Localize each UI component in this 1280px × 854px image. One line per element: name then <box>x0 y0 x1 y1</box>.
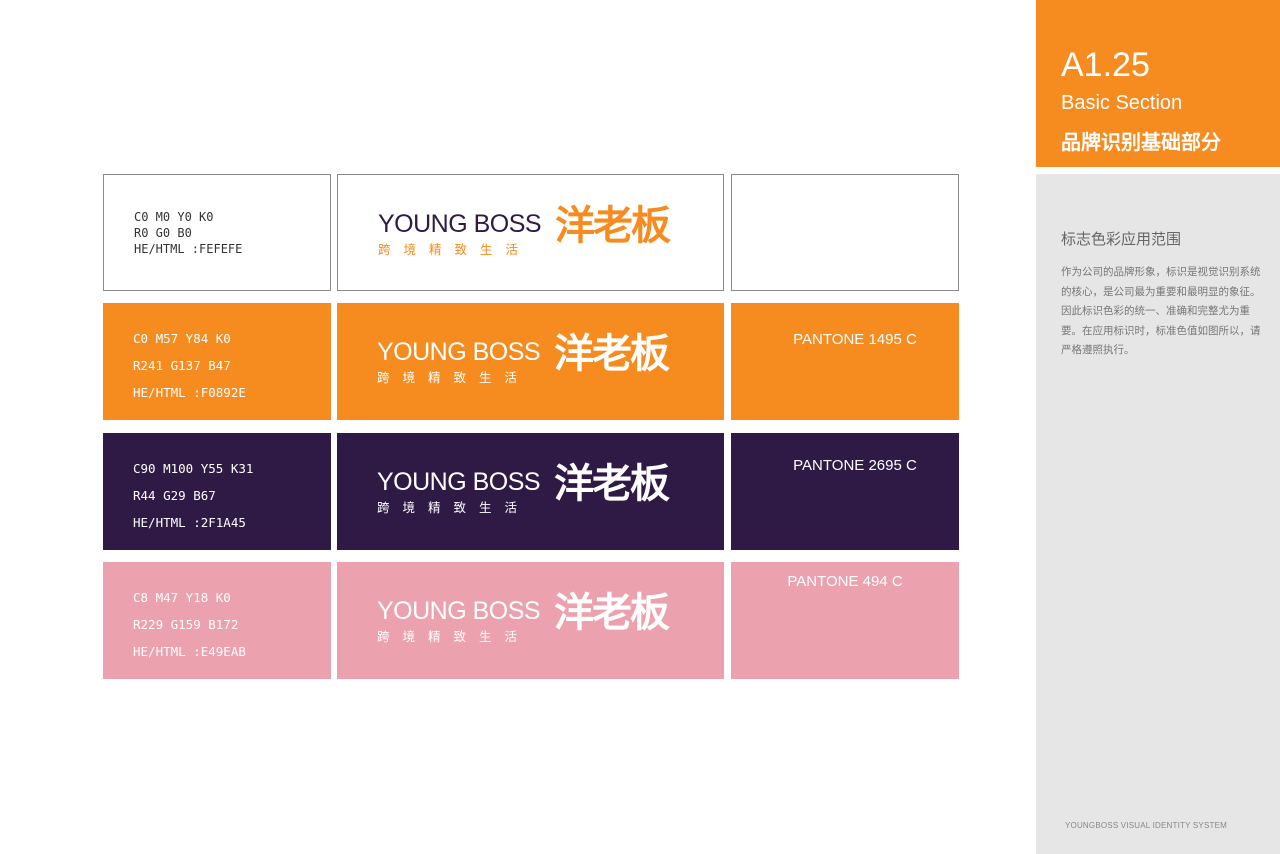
logo-wordmark-en: YOUNG BOSS <box>377 468 541 496</box>
color-values-cell: C90 M100 Y55 K31 R44 G29 B67 HE/HTML :2F… <box>103 433 331 550</box>
logo-wordmark-cn: 洋老板 <box>555 203 671 249</box>
logo: YOUNG BOSS 跨境精致生活 洋老板 <box>377 590 697 647</box>
rgb-value: R241 G137 B47 <box>133 358 231 373</box>
logo-tagline: 跨境精致生活 <box>377 629 531 644</box>
logo-sample-cell: YOUNG BOSS 跨境精致生活 洋老板 <box>337 433 724 550</box>
logo: YOUNG BOSS 跨境精致生活 洋老板 <box>377 461 697 518</box>
pantone-cell: PANTONE 2695 C <box>731 433 959 550</box>
logo: YOUNG BOSS 跨境精致生活 洋老板 <box>378 203 698 260</box>
rgb-value: R44 G29 B67 <box>133 488 216 503</box>
section-header: A1.25 Basic Section 品牌识别基础部分 <box>1036 0 1280 167</box>
logo-wordmark-en: YOUNG BOSS <box>378 210 542 238</box>
cmyk-value: C0 M0 Y0 K0 <box>134 210 214 224</box>
pantone-value: PANTONE 1495 C <box>793 331 917 348</box>
pantone-cell: PANTONE 1495 C <box>731 303 959 420</box>
logo-wordmark-cn: 洋老板 <box>554 331 670 377</box>
hex-value: HE/HTML :F0892E <box>133 385 246 400</box>
cmyk-value: C90 M100 Y55 K31 <box>133 461 254 476</box>
rgb-value: R0 G0 B0 <box>134 226 192 240</box>
logo-wordmark-cn: 洋老板 <box>554 590 670 636</box>
cmyk-value: C0 M57 Y84 K0 <box>133 331 231 346</box>
pantone-value: PANTONE 494 C <box>787 573 903 590</box>
logo: YOUNG BOSS 跨境精致生活 洋老板 <box>377 331 697 388</box>
color-row-pink: C8 M47 Y18 K0 R229 G159 B172 HE/HTML :E4… <box>103 562 959 679</box>
color-values: C0 M57 Y84 K0 R241 G137 B47 HE/HTML :F08… <box>133 325 246 406</box>
color-values-cell: C8 M47 Y18 K0 R229 G159 B172 HE/HTML :E4… <box>103 562 331 679</box>
logo-sample-cell: YOUNG BOSS 跨境精致生活 洋老板 <box>337 174 724 291</box>
logo-sample-cell: YOUNG BOSS 跨境精致生活 洋老板 <box>337 562 724 679</box>
description-panel: 标志色彩应用范围 作为公司的品牌形象，标识是视觉识别系统的核心，是公司最为重要和… <box>1036 174 1280 854</box>
pantone-value: PANTONE 2695 C <box>793 457 917 474</box>
color-values: C90 M100 Y55 K31 R44 G29 B67 HE/HTML :2F… <box>133 455 253 536</box>
logo-tagline: 跨境精致生活 <box>378 242 532 257</box>
rgb-value: R229 G159 B172 <box>133 617 239 632</box>
hex-value: HE/HTML :E49EAB <box>133 644 246 659</box>
color-values-cell: C0 M0 Y0 K0 R0 G0 B0 HE/HTML :FEFEFE <box>103 174 331 291</box>
hex-value: HE/HTML :FEFEFE <box>134 242 243 256</box>
logo-wordmark-cn: 洋老板 <box>554 461 670 507</box>
color-values-cell: C0 M57 Y84 K0 R241 G137 B47 HE/HTML :F08… <box>103 303 331 420</box>
logo-wordmark-en: YOUNG BOSS <box>377 597 541 625</box>
section-title-cn: 品牌识别基础部分 <box>1061 130 1221 154</box>
footer-text: YOUNGBOSS VISUAL IDENTITY SYSTEM <box>1065 821 1227 830</box>
color-row-purple: C90 M100 Y55 K31 R44 G29 B67 HE/HTML :2F… <box>103 433 959 550</box>
logo-tagline: 跨境精致生活 <box>377 370 531 385</box>
section-code: A1.25 <box>1061 46 1150 84</box>
color-values: C8 M47 Y18 K0 R229 G159 B172 HE/HTML :E4… <box>133 584 246 665</box>
logo-wordmark-en: YOUNG BOSS <box>377 338 541 366</box>
description-title: 标志色彩应用范围 <box>1061 230 1182 248</box>
color-row-white: C0 M0 Y0 K0 R0 G0 B0 HE/HTML :FEFEFE YOU… <box>103 174 959 291</box>
logo-tagline: 跨境精致生活 <box>377 500 531 515</box>
description-body: 作为公司的品牌形象，标识是视觉识别系统的核心，是公司最为重要和最明显的象征。因此… <box>1061 266 1261 356</box>
pantone-cell: PANTONE 494 C <box>731 562 959 679</box>
cmyk-value: C8 M47 Y18 K0 <box>133 590 231 605</box>
color-row-orange: C0 M57 Y84 K0 R241 G137 B47 HE/HTML :F08… <box>103 303 959 420</box>
logo-sample-cell: YOUNG BOSS 跨境精致生活 洋老板 <box>337 303 724 420</box>
color-values: C0 M0 Y0 K0 R0 G0 B0 HE/HTML :FEFEFE <box>134 209 242 257</box>
pantone-cell <box>731 174 959 291</box>
section-title-en: Basic Section <box>1061 92 1183 114</box>
hex-value: HE/HTML :2F1A45 <box>133 515 246 530</box>
